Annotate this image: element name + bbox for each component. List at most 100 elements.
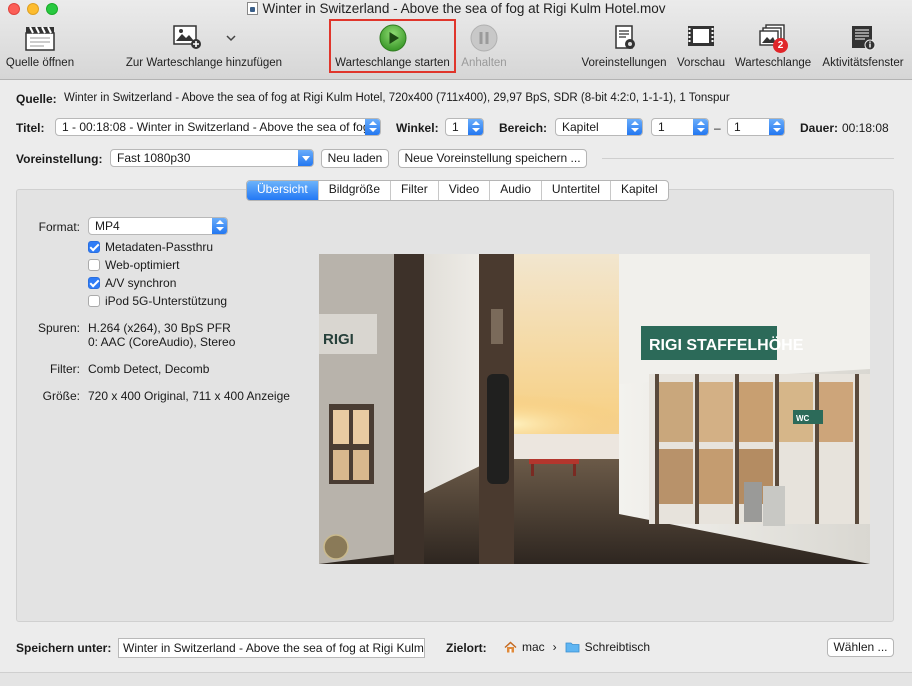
settings-tabs: Übersicht Bildgröße Filter Video Audio U… bbox=[246, 180, 669, 201]
activity-window-label: Aktivitätsfenster bbox=[822, 57, 904, 69]
tab-filters[interactable]: Filter bbox=[391, 181, 439, 200]
presets-label: Voreinstellungen bbox=[581, 57, 667, 69]
filters-label: Filter: bbox=[50, 362, 80, 376]
format-select[interactable]: MP4 bbox=[88, 217, 228, 235]
preset-select-value: Fast 1080p30 bbox=[117, 151, 191, 165]
tab-dimensions[interactable]: Bildgröße bbox=[319, 181, 392, 200]
open-source-button[interactable]: Quelle öffnen bbox=[0, 24, 80, 74]
format-label: Format: bbox=[38, 220, 80, 234]
stepper-arrows-icon bbox=[769, 119, 784, 135]
destination-folder-text: Schreibtisch bbox=[584, 640, 651, 654]
reload-preset-button[interactable]: Neu laden bbox=[321, 149, 389, 168]
pause-button[interactable]: Anhalten bbox=[456, 24, 512, 74]
queue-button[interactable]: 2 Warteschlange bbox=[731, 24, 815, 74]
activity-log-icon bbox=[852, 26, 876, 51]
destination-home-text: mac bbox=[522, 640, 545, 654]
home-icon bbox=[504, 641, 517, 653]
preset-select[interactable]: Fast 1080p30 bbox=[110, 149, 314, 167]
web-optimized-checkbox[interactable] bbox=[88, 259, 100, 271]
title-select-value: 1 - 00:18:08 - Winter in Switzerland - A… bbox=[62, 120, 370, 134]
range-type-select[interactable]: Kapitel bbox=[555, 118, 643, 136]
preset-label: Voreinstellung: bbox=[16, 152, 103, 166]
tracks-video: H.264 (x264), 30 BpS PFR bbox=[88, 321, 231, 335]
add-to-queue-button[interactable]: Zur Warteschlange hinzufügen bbox=[118, 24, 290, 74]
title-label: Titel: bbox=[16, 121, 45, 135]
chevron-down-icon[interactable] bbox=[226, 34, 236, 42]
toolbar: Winter in Switzerland - Above the sea of… bbox=[0, 0, 912, 80]
choose-destination-button[interactable]: Wählen ... bbox=[827, 638, 894, 657]
web-optimized-label: Web-optimiert bbox=[105, 258, 180, 272]
tab-summary[interactable]: Übersicht bbox=[247, 181, 319, 200]
save-new-preset-button[interactable]: Neue Voreinstellung speichern ... bbox=[398, 149, 587, 168]
range-dash: – bbox=[714, 121, 721, 135]
range-to-select[interactable]: 1 bbox=[727, 118, 785, 136]
angle-select[interactable]: 1 bbox=[445, 118, 484, 136]
range-from-value: 1 bbox=[658, 120, 665, 134]
destination-label: Zielort: bbox=[446, 641, 487, 655]
size-value: 720 x 400 Original, 711 x 400 Anzeige bbox=[88, 389, 290, 403]
preview-label: Vorschau bbox=[677, 57, 725, 69]
add-to-queue-label: Zur Warteschlange hinzufügen bbox=[125, 57, 283, 69]
stepper-arrows-icon bbox=[212, 218, 227, 234]
destination-path[interactable]: mac › Schreibtisch bbox=[504, 640, 650, 654]
ipod-support-label: iPod 5G-Unterstützung bbox=[105, 294, 228, 308]
preset-separator bbox=[602, 158, 894, 159]
range-label: Bereich: bbox=[499, 121, 548, 135]
station-sign-text: RIGI STAFFELHÖHE bbox=[649, 335, 804, 354]
pause-icon bbox=[470, 24, 498, 52]
duration-label: Dauer: bbox=[800, 121, 839, 135]
save-as-input[interactable]: Winter in Switzerland - Above the sea of… bbox=[118, 638, 425, 658]
chevron-down-icon bbox=[298, 150, 313, 166]
tab-subtitles[interactable]: Untertitel bbox=[542, 181, 611, 200]
window-title: Winter in Switzerland - Above the sea of… bbox=[0, 1, 912, 16]
presets-button[interactable]: Voreinstellungen bbox=[578, 24, 670, 74]
tab-audio[interactable]: Audio bbox=[490, 181, 542, 200]
tab-video[interactable]: Video bbox=[439, 181, 491, 200]
format-select-value: MP4 bbox=[95, 219, 120, 233]
status-bar bbox=[0, 672, 912, 686]
av-sync-checkbox[interactable] bbox=[88, 277, 100, 289]
stepper-arrows-icon bbox=[627, 119, 642, 135]
left-sign-text: RIGI bbox=[323, 331, 354, 348]
window-title-text: Winter in Switzerland - Above the sea of… bbox=[262, 1, 666, 16]
stepper-arrows-icon bbox=[693, 119, 708, 135]
station-scene: RIGI RIGI STAFFELHÖHE WC bbox=[319, 254, 870, 564]
duration-value: 00:18:08 bbox=[842, 121, 889, 135]
queue-badge: 2 bbox=[773, 38, 788, 53]
range-to-value: 1 bbox=[734, 120, 741, 134]
save-as-label: Speichern unter: bbox=[16, 641, 112, 655]
metadata-passthru-checkbox[interactable] bbox=[88, 241, 100, 253]
range-type-value: Kapitel bbox=[562, 120, 599, 134]
filters-value: Comb Detect, Decomb bbox=[88, 362, 210, 376]
stepper-arrows-icon bbox=[365, 119, 380, 135]
tracks-audio: 0: AAC (CoreAudio), Stereo bbox=[88, 335, 236, 349]
metadata-passthru-label: Metadaten-Passthru bbox=[105, 240, 214, 254]
presets-gear-icon bbox=[615, 25, 635, 49]
ipod-support-checkbox[interactable] bbox=[88, 295, 100, 307]
source-info: Winter in Switzerland - Above the sea of… bbox=[64, 92, 730, 104]
source-label: Quelle: bbox=[16, 92, 57, 106]
range-from-select[interactable]: 1 bbox=[651, 118, 709, 136]
av-sync-label: A/V synchron bbox=[105, 276, 177, 290]
tab-chapters[interactable]: Kapitel bbox=[611, 181, 668, 200]
title-select[interactable]: 1 - 00:18:08 - Winter in Switzerland - A… bbox=[55, 118, 381, 136]
clapperboard-icon bbox=[25, 26, 55, 51]
angle-label: Winkel: bbox=[396, 121, 439, 135]
activity-window-button[interactable]: Aktivitätsfenster bbox=[816, 24, 910, 74]
add-photo-icon bbox=[173, 25, 201, 49]
open-source-label: Quelle öffnen bbox=[5, 57, 75, 69]
document-icon bbox=[246, 2, 258, 15]
stepper-arrows-icon bbox=[468, 119, 483, 135]
preview-image[interactable]: RIGI RIGI STAFFELHÖHE WC bbox=[319, 254, 870, 564]
preview-button[interactable]: Vorschau bbox=[673, 24, 729, 74]
folder-icon bbox=[565, 642, 580, 653]
wc-sign-text: WC bbox=[796, 414, 810, 423]
start-queue-highlight bbox=[329, 19, 456, 73]
queue-label: Warteschlange bbox=[734, 57, 812, 69]
angle-select-value: 1 bbox=[452, 120, 459, 134]
pause-label: Anhalten bbox=[461, 57, 507, 69]
path-separator: › bbox=[552, 640, 557, 654]
tracks-label: Spuren: bbox=[37, 321, 80, 335]
film-strip-icon bbox=[688, 26, 714, 46]
size-label: Größe: bbox=[42, 389, 80, 403]
